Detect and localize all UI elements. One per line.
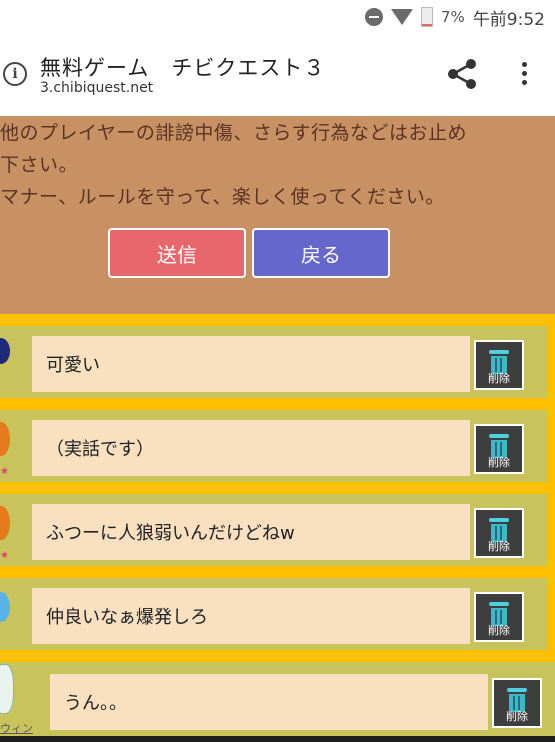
send-button[interactable]: 送信 <box>108 228 246 278</box>
delete-button[interactable]: 削除 <box>492 678 542 728</box>
avatar[interactable] <box>0 498 12 548</box>
notice-line: 下さい。 <box>0 154 79 176</box>
comment-text: （実話です） <box>32 420 470 476</box>
comment-text: ふつーに人狼弱いんだけどねw <box>32 504 470 560</box>
battery-icon <box>421 7 434 27</box>
avatar[interactable] <box>0 662 14 718</box>
trash-icon <box>489 434 509 438</box>
star-icon: ★ <box>0 550 9 561</box>
back-button[interactable]: 戻る <box>252 228 390 278</box>
bottom-edge <box>0 736 555 742</box>
wifi-icon <box>391 9 414 25</box>
comment-text: うん。。 <box>50 674 488 730</box>
comment-row: ★ （実話です） 削除 <box>0 410 548 482</box>
delete-button[interactable]: 削除 <box>474 592 524 642</box>
delete-button[interactable]: 削除 <box>474 424 524 474</box>
status-bar: 7% 午前9:52 <box>0 0 555 34</box>
avatar[interactable] <box>0 584 12 630</box>
comment-text: 仲良いなぁ爆発しろ <box>32 588 470 644</box>
page-url[interactable]: 3.chibiquest.net <box>40 80 153 96</box>
avatar[interactable] <box>0 332 12 372</box>
info-icon[interactable]: i <box>3 62 27 86</box>
delete-button[interactable]: 削除 <box>474 340 524 390</box>
delete-label: 削除 <box>506 710 528 723</box>
comment-text: 可愛い <box>32 336 470 392</box>
overflow-menu-icon[interactable] <box>520 62 528 90</box>
comment-row: 可愛い 削除 <box>0 326 548 398</box>
battery-percent: 7% <box>441 8 465 26</box>
trash-icon <box>489 518 509 522</box>
notice-line: マナー、ルールを守って、楽しく使ってください。 <box>0 186 445 208</box>
delete-button[interactable]: 削除 <box>474 508 524 558</box>
do-not-disturb-icon <box>365 8 384 26</box>
trash-icon <box>489 602 509 606</box>
comment-row: ウィン うん。。 削除 <box>0 662 555 736</box>
notice-line: 他のプレイヤーの誹謗中傷、さらす行為などはお止め <box>0 122 468 144</box>
delete-label: 削除 <box>488 456 510 469</box>
page-title: 無料ゲーム チビクエスト３ <box>40 56 326 80</box>
username-link[interactable]: ウィン <box>0 720 33 736</box>
delete-label: 削除 <box>488 372 510 385</box>
notice-panel: 他のプレイヤーの誹謗中傷、さらす行為などはお止め 下さい。 マナー、ルールを守っ… <box>0 116 555 314</box>
delete-label: 削除 <box>488 540 510 553</box>
delete-label: 削除 <box>488 624 510 637</box>
share-icon[interactable] <box>444 56 480 92</box>
status-bar-right: 7% 午前9:52 <box>365 5 545 30</box>
trash-icon <box>507 688 527 692</box>
browser-toolbar: i 無料ゲーム チビクエスト３ 3.chibiquest.net <box>0 34 555 117</box>
comment-list: 可愛い 削除 ★ （実話です） 削除 ★ ふつーに人狼弱いんだけどねw 削除 仲… <box>0 314 555 742</box>
avatar[interactable] <box>0 414 12 464</box>
trash-icon <box>489 350 509 354</box>
comment-row: 仲良いなぁ爆発しろ 削除 <box>0 578 548 650</box>
comment-row: ★ ふつーに人狼弱いんだけどねw 削除 <box>0 494 548 566</box>
clock: 午前9:52 <box>472 9 545 30</box>
star-icon: ★ <box>0 466 9 477</box>
